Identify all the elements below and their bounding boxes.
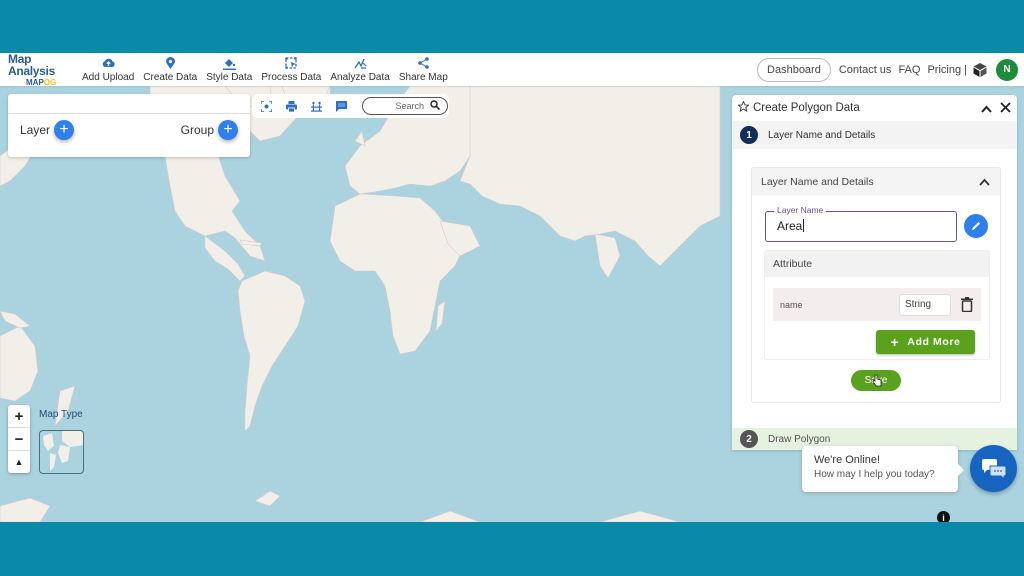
chat-prompt[interactable]: We're Online! How may I help you today? <box>802 446 964 492</box>
nav-share-map[interactable]: Share Map <box>395 56 452 86</box>
compass-button[interactable]: ▲ <box>8 451 30 473</box>
edit-button[interactable] <box>964 214 988 238</box>
share-icon <box>415 56 431 70</box>
main-nav: Add Upload Create Data Style Data Proces… <box>78 53 453 86</box>
zoom-out-button[interactable]: − <box>8 428 30 451</box>
hand-cursor-icon <box>872 374 882 392</box>
layer-details-accordion: Layer Name and Details Layer Name Area A… <box>751 167 1001 403</box>
attribute-name[interactable]: name <box>780 300 899 310</box>
search-input[interactable]: Search <box>362 97 448 115</box>
chat-button[interactable] <box>970 445 1017 492</box>
map-type-thumbnail[interactable] <box>39 430 84 474</box>
cloud-upload-icon <box>100 56 116 70</box>
attribute-row: name String <box>773 288 981 321</box>
nav-label: Create Data <box>143 72 198 83</box>
step-number: 1 <box>740 126 758 144</box>
collapse-panel-button[interactable] <box>981 101 992 116</box>
map-toolbar: Search <box>252 94 449 118</box>
layer-name-value: Area <box>777 219 803 233</box>
chat-icon <box>981 458 1006 479</box>
top-navbar: Map Analysis MAPOG Add Upload Create Dat… <box>0 53 1024 86</box>
info-icon[interactable]: i <box>937 511 950 522</box>
trash-icon[interactable] <box>961 296 975 313</box>
process-icon <box>283 56 299 70</box>
add-more-label: Add More <box>907 336 961 348</box>
close-panel-button[interactable] <box>1000 101 1011 116</box>
logo-subtitle: MAPOG <box>26 77 57 87</box>
panel-header: Create Polygon Data <box>732 95 1017 121</box>
nav-add-upload[interactable]: Add Upload <box>78 56 138 86</box>
pricing-link[interactable]: Pricing | <box>927 64 967 76</box>
dashboard-button[interactable]: Dashboard <box>757 57 831 82</box>
attribute-section: Attribute name String + Add More <box>764 250 990 360</box>
faq-link[interactable]: FAQ <box>898 64 920 76</box>
step-1[interactable]: 1 Layer Name and Details <box>732 121 1017 149</box>
contact-link[interactable]: Contact us <box>839 64 892 76</box>
layer-name-label: Layer Name <box>774 205 827 215</box>
layer-panel-header <box>8 94 250 114</box>
step-label: Draw Polygon <box>768 433 831 445</box>
attribute-header: Attribute <box>765 251 989 277</box>
accordion-title: Layer Name and Details <box>761 175 874 188</box>
logo-title: Map Analysis <box>8 53 55 78</box>
attribute-type-select[interactable]: String <box>899 293 951 316</box>
group-label: Group <box>180 123 214 137</box>
focus-icon[interactable] <box>260 100 272 112</box>
chevron-up-icon[interactable] <box>979 175 990 189</box>
measure-icon[interactable] <box>310 100 322 112</box>
nav-style-data[interactable]: Style Data <box>202 56 256 86</box>
logo[interactable]: Map Analysis MAPOG <box>0 53 78 87</box>
step-number: 2 <box>740 430 758 448</box>
zoom-in-button[interactable]: + <box>8 405 30 428</box>
map-pin-icon <box>162 56 178 70</box>
add-layer: Layer + <box>20 120 75 140</box>
map-type-label: Map Type <box>39 409 83 420</box>
search-placeholder: Search <box>395 101 424 111</box>
layer-name-field[interactable]: Layer Name Area <box>765 205 957 242</box>
plus-icon: + <box>890 334 900 350</box>
comment-icon[interactable] <box>335 100 347 112</box>
cube-icon[interactable] <box>972 62 988 78</box>
nav-process-data[interactable]: Process Data <box>257 56 325 86</box>
chat-line-2: How may I help you today? <box>814 469 935 480</box>
accordion-header[interactable]: Layer Name and Details <box>752 168 1000 195</box>
layer-panel: Layer + Group + <box>8 94 250 157</box>
panel-title: Create Polygon Data <box>753 102 860 114</box>
nav-label: Analyze Data <box>330 72 390 83</box>
header-actions: Dashboard Contact us FAQ Pricing | N <box>757 53 1018 86</box>
add-group-button[interactable]: + <box>218 120 238 140</box>
user-avatar[interactable]: N <box>996 58 1018 81</box>
paint-bucket-icon <box>221 56 237 70</box>
add-group: Group + <box>181 120 238 140</box>
step-label: Layer Name and Details <box>768 129 876 141</box>
search-icon <box>430 100 441 112</box>
nav-analyze-data[interactable]: Analyze Data <box>326 56 393 86</box>
nav-label: Style Data <box>206 72 253 83</box>
nav-label: Add Upload <box>82 72 135 83</box>
layer-label: Layer <box>20 123 51 137</box>
video-frame-bottom <box>0 522 1024 576</box>
zoom-controls: + − ▲ <box>8 405 30 473</box>
create-polygon-panel: Create Polygon Data 1 Layer Name and Det… <box>732 95 1017 450</box>
app-window: Map Analysis MAPOG Add Upload Create Dat… <box>0 53 1024 522</box>
print-icon[interactable] <box>285 100 297 112</box>
chat-line-1: We're Online! <box>814 454 881 466</box>
nav-label: Share Map <box>398 72 448 83</box>
nav-create-data[interactable]: Create Data <box>139 56 201 86</box>
nav-label: Process Data <box>261 72 322 83</box>
star-icon[interactable] <box>737 99 750 117</box>
pencil-icon <box>972 222 980 230</box>
add-more-button[interactable]: + Add More <box>876 330 975 354</box>
add-layer-button[interactable]: + <box>54 120 75 140</box>
analyze-icon <box>352 56 368 70</box>
video-frame-top <box>0 0 1024 53</box>
